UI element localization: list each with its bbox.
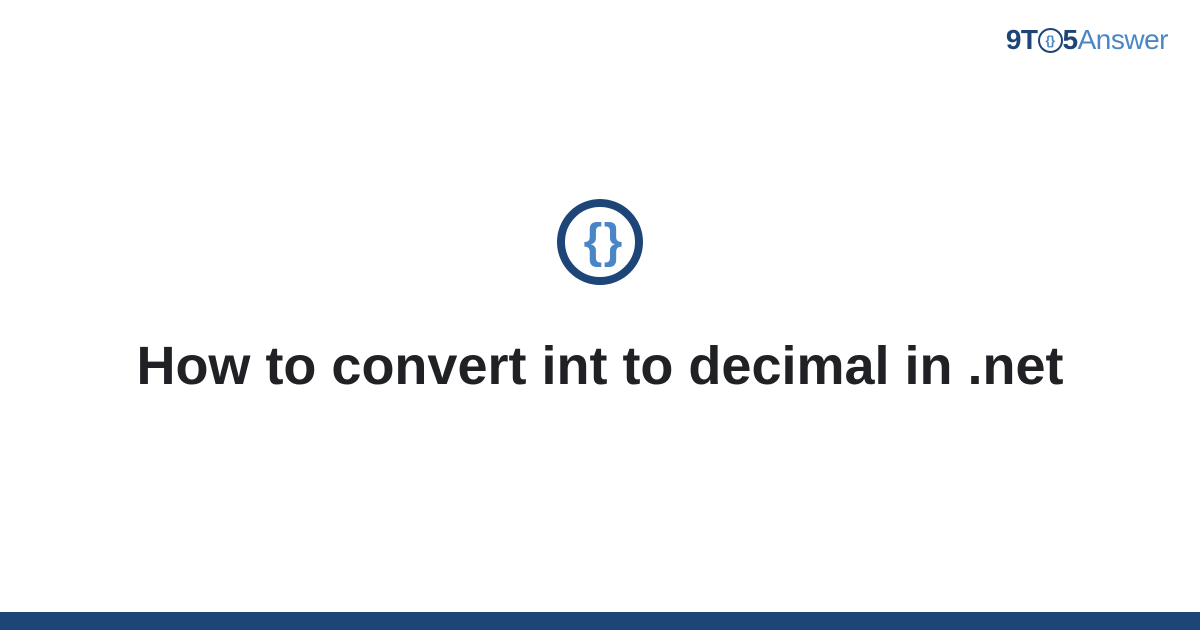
braces-icon: { } [584,218,617,266]
category-icon: { } [557,199,643,285]
main-content: { } How to convert int to decimal in .ne… [0,0,1200,630]
footer-accent-bar [0,612,1200,630]
page-title: How to convert int to decimal in .net [136,333,1063,401]
